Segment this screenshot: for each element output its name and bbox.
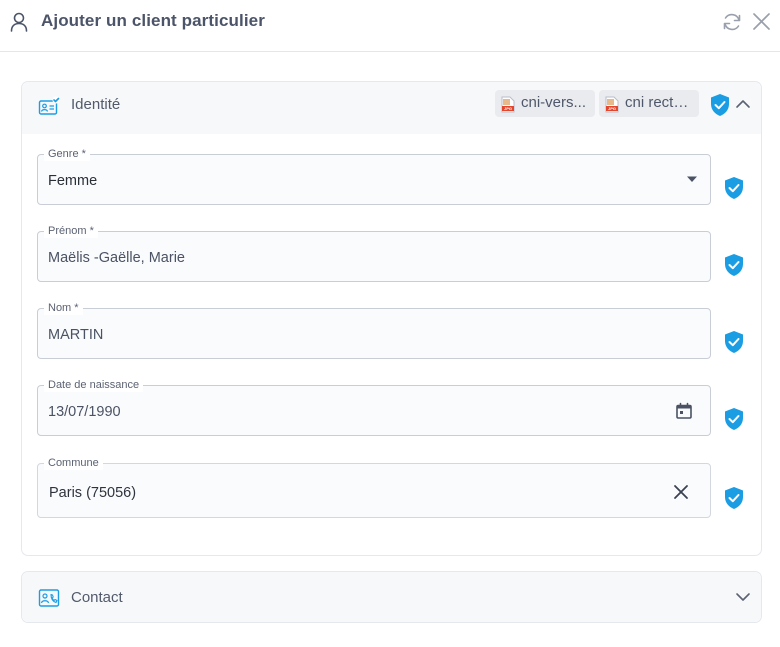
identity-section-header[interactable]: Identité JPG cni-vers... JPG cni recto .… <box>22 82 761 134</box>
chevron-down-icon[interactable] <box>735 589 751 605</box>
contact-card-icon <box>38 589 60 607</box>
verified-shield-icon <box>725 177 743 199</box>
dropdown-arrow-icon[interactable] <box>686 175 698 183</box>
id-card-icon <box>38 96 60 115</box>
nom-field[interactable]: Nom * MARTIN <box>37 301 711 359</box>
close-icon[interactable] <box>751 11 772 32</box>
attachment-chip-cni-verso[interactable]: JPG cni-vers... <box>495 90 595 117</box>
prenom-value: Maëlis -Gaëlle, Marie <box>48 250 185 266</box>
refresh-icon[interactable] <box>721 11 743 33</box>
contact-section-header[interactable]: Contact <box>22 572 761 622</box>
identity-section: Identité JPG cni-vers... JPG cni recto .… <box>21 81 762 556</box>
date-naissance-value: 13/07/1990 <box>48 404 121 420</box>
dialog-title: Ajouter un client particulier <box>41 11 265 30</box>
commune-value: Paris (75056) <box>49 485 137 501</box>
verified-shield-icon <box>725 408 743 430</box>
chevron-up-icon[interactable] <box>735 96 751 112</box>
prenom-label: Prénom * <box>44 224 98 238</box>
identity-section-title: Identité <box>71 96 121 113</box>
attachment-label: cni recto ... <box>625 94 699 111</box>
nom-value: MARTIN <box>48 327 104 343</box>
contact-section-title: Contact <box>71 589 123 606</box>
verified-shield-icon <box>725 254 743 276</box>
prenom-field[interactable]: Prénom * Maëlis -Gaëlle, Marie <box>37 224 711 282</box>
jpg-file-icon: JPG <box>605 96 619 113</box>
contact-section: Contact <box>21 571 762 623</box>
user-icon <box>10 12 28 32</box>
svg-text:JPG: JPG <box>608 106 616 111</box>
commune-field[interactable]: Commune Paris (75056) <box>37 456 711 518</box>
genre-value: Femme <box>48 173 98 189</box>
date-naissance-field[interactable]: Date de naissance 13/07/1990 <box>37 378 711 436</box>
jpg-file-icon: JPG <box>501 96 515 113</box>
date-naissance-label: Date de naissance <box>44 378 144 392</box>
attachment-chip-cni-recto[interactable]: JPG cni recto ... <box>599 90 699 117</box>
verified-shield-icon <box>725 331 743 353</box>
genre-label: Genre * <box>44 147 90 161</box>
clear-icon[interactable] <box>673 484 689 500</box>
nom-label: Nom * <box>44 301 83 315</box>
verified-shield-icon <box>711 94 729 116</box>
dialog-header: Ajouter un client particulier <box>0 0 780 52</box>
genre-select[interactable]: Genre * Femme <box>37 147 711 205</box>
attachment-label: cni-vers... <box>521 94 587 111</box>
svg-text:JPG: JPG <box>504 106 512 111</box>
verified-shield-icon <box>725 487 743 509</box>
commune-label: Commune <box>44 456 103 470</box>
calendar-icon[interactable] <box>675 402 693 420</box>
